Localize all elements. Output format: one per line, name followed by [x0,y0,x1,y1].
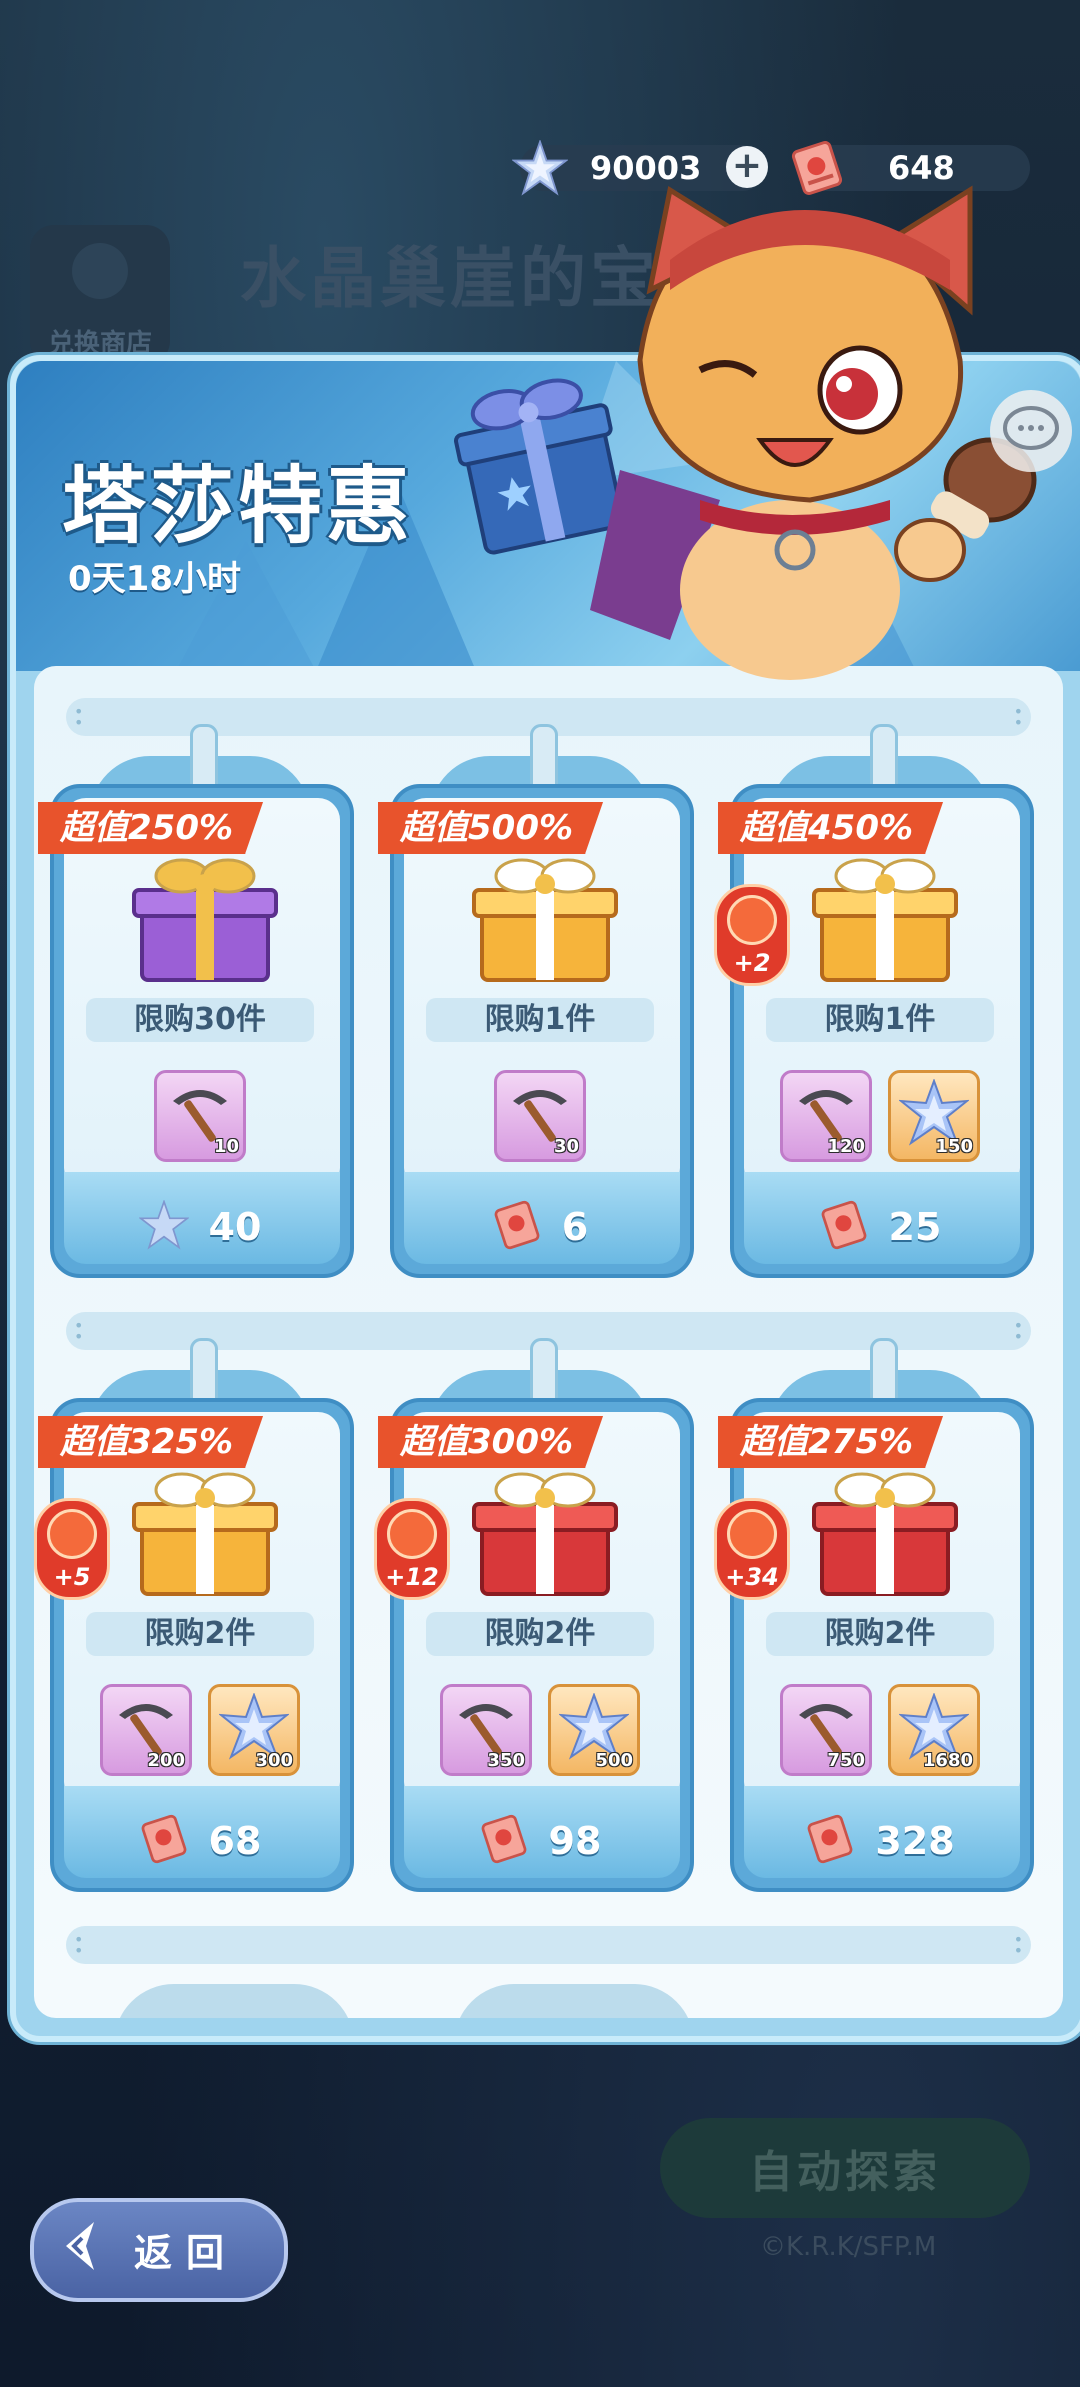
offer-title: 塔莎特惠 [62,457,415,555]
item-quantity: 1680 [922,1750,973,1771]
bonus-coin-icon [727,1509,777,1559]
reward-items: 30 [390,1070,690,1162]
bonus-badge: +34 [714,1498,790,1600]
copyright-text: ©K.R.K/SFP.M [760,2232,937,2262]
ticket-icon [819,1200,869,1254]
exchange-shop-button[interactable]: 兑换商店 [30,225,170,365]
reward-items: 200 300 [50,1684,350,1776]
gem-icon [137,1199,190,1254]
auto-explore-button[interactable]: 自动探索 [660,2118,1030,2218]
price-value: 68 [208,1819,262,1863]
shop-icon [72,243,128,299]
back-arrow-icon [66,2222,94,2270]
offer-card[interactable]: 超值450% +2 限购1件 120 150 25 [714,724,1034,1278]
row-divider: • • • • [66,1926,1031,1964]
offer-card[interactable]: 超值300% +12 限购2件 350 500 98 [374,1338,694,1892]
ticket-icon [479,1814,529,1868]
bonus-coin-icon [387,1509,437,1559]
buy-button[interactable]: 328 [730,1814,1030,1868]
offer-card[interactable]: 超值250% 限购30件 10 40 [38,724,354,1278]
item-quantity: 200 [147,1750,185,1771]
next-card-top [114,1984,354,2018]
item-quantity: 120 [827,1136,865,1157]
offer-countdown: 0天18小时 [68,559,241,599]
buy-button[interactable]: 6 [390,1200,690,1254]
back-button[interactable]: 返回 [30,2198,288,2302]
buy-button[interactable]: 25 [730,1200,1030,1254]
value-tag: 超值275% [718,1416,944,1468]
pickaxe-item[interactable]: 750 [780,1684,872,1776]
crystal-item[interactable]: 300 [208,1684,300,1776]
item-quantity: 750 [827,1750,865,1771]
value-tag: 超值500% [378,802,604,854]
item-quantity: 350 [487,1750,525,1771]
price-value: 6 [561,1205,589,1249]
item-quantity: 30 [553,1136,579,1157]
reward-items: 750 1680 [730,1684,1030,1776]
bonus-coin-icon [47,1509,97,1559]
pickaxe-item[interactable]: 10 [154,1070,246,1162]
buy-button[interactable]: 68 [50,1814,350,1868]
bonus-coin-icon [727,895,777,945]
purchase-limit: 限购30件 [86,998,314,1042]
value-tag: 超值325% [38,1416,264,1468]
pickaxe-item[interactable]: 120 [780,1070,872,1162]
pickaxe-item[interactable]: 30 [494,1070,586,1162]
gift-box-icon [812,1472,958,1596]
bonus-badge: +2 [714,884,790,986]
gift-box-icon [812,858,958,982]
item-quantity: 10 [213,1136,239,1157]
crystal-item[interactable]: 1680 [888,1684,980,1776]
value-tag: 超值250% [38,802,264,854]
reward-items: 350 500 [390,1684,690,1776]
item-quantity: 300 [255,1750,293,1771]
crystal-item[interactable]: 500 [548,1684,640,1776]
value-tag: 超值450% [718,802,944,854]
bonus-badge: +5 [34,1498,110,1600]
next-card-top [454,1984,694,2018]
tasha-cat-mascot [590,185,1037,680]
item-quantity: 150 [935,1136,973,1157]
back-label: 返回 [134,2231,239,2275]
bonus-count: +2 [733,949,771,977]
price-value: 40 [208,1205,262,1249]
buy-button[interactable]: 98 [390,1814,690,1868]
ticket-icon [492,1200,542,1254]
chat-bubble-icon[interactable] [990,390,1072,472]
gift-box-icon [472,858,618,982]
pickaxe-item[interactable]: 350 [440,1684,532,1776]
purchase-limit: 限购2件 [86,1612,314,1656]
purchase-limit: 限购2件 [426,1612,654,1656]
offer-card[interactable]: 超值500% 限购1件 30 6 [378,724,694,1278]
price-value: 328 [875,1819,955,1863]
value-tag: 超值300% [378,1416,604,1468]
purchase-limit: 限购2件 [766,1612,994,1656]
reward-items: 120 150 [730,1070,1030,1162]
bonus-badge: +12 [374,1498,450,1600]
item-quantity: 500 [595,1750,633,1771]
ticket-icon [139,1814,189,1868]
buy-button[interactable]: 40 [50,1199,350,1254]
bonus-count: +34 [725,1563,779,1591]
bonus-count: +12 [385,1563,439,1591]
bonus-count: +5 [53,1563,91,1591]
gift-box-icon [132,858,278,982]
pickaxe-item[interactable]: 200 [100,1684,192,1776]
purchase-limit: 限购1件 [426,998,654,1042]
offer-card[interactable]: 超值325% +5 限购2件 200 300 68 [34,1338,354,1892]
price-value: 25 [888,1205,942,1249]
price-value: 98 [548,1819,602,1863]
gift-box-icon [472,1472,618,1596]
offer-card[interactable]: 超值275% +34 限购2件 750 1680 328 [714,1338,1034,1892]
crystal-item[interactable]: 150 [888,1070,980,1162]
ticket-icon [805,1814,855,1868]
gift-box-icon [132,1472,278,1596]
purchase-limit: 限购1件 [766,998,994,1042]
reward-items: 10 [50,1070,350,1162]
